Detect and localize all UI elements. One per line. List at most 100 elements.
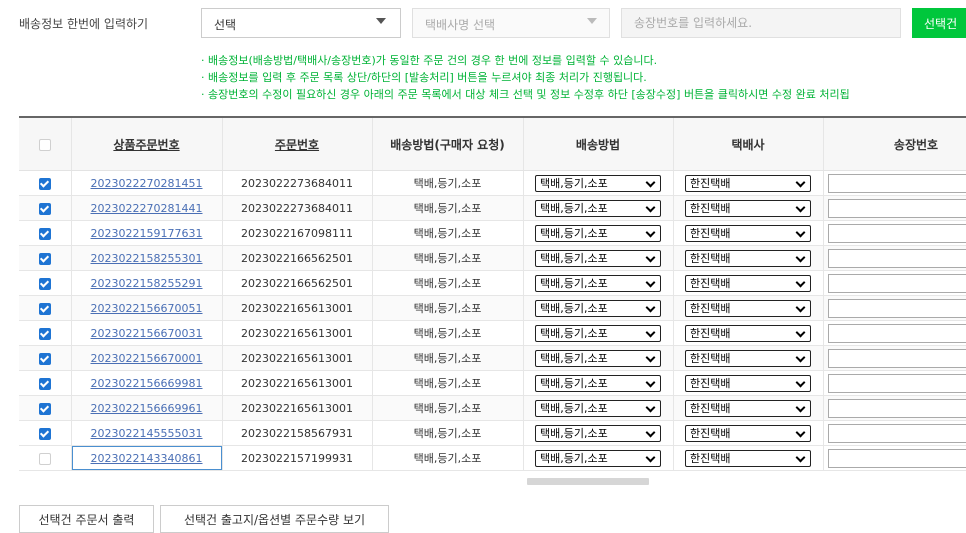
scrollbar-thumb[interactable] (527, 478, 649, 485)
order-no-cell: 2023022165613001 (222, 346, 372, 371)
invoice-row-input[interactable] (828, 199, 966, 218)
method-select[interactable]: 택배,등기,소포 (535, 350, 661, 367)
table-row[interactable]: 20230222702814412023022273684011택배,등기,소포… (19, 196, 966, 221)
table-row[interactable]: 20230222702814512023022273684011택배,등기,소포… (19, 171, 966, 196)
product-order-no-link[interactable]: 2023022156670001 (91, 352, 203, 365)
method-select[interactable]: 택배,등기,소포 (535, 250, 661, 267)
row-checkbox-cell (19, 446, 71, 471)
invoice-number-input[interactable] (621, 8, 901, 38)
invoice-cell (823, 346, 966, 371)
courier-row-select[interactable]: 한진택배 (685, 300, 811, 317)
table-row[interactable]: 20230221566700312023022165613001택배,등기,소포… (19, 321, 966, 346)
courier-row-select[interactable]: 한진택배 (685, 425, 811, 442)
table-row[interactable]: 20230221433408612023022157199931택배,등기,소포… (19, 446, 966, 471)
product-order-no-link[interactable]: 2023022156669961 (91, 402, 203, 415)
courier-row-select[interactable]: 한진택배 (685, 450, 811, 467)
method-select[interactable]: 택배,등기,소포 (535, 375, 661, 392)
order-no-cell: 2023022273684011 (222, 196, 372, 221)
table-row[interactable]: 20230221582553012023022166562501택배,등기,소포… (19, 246, 966, 271)
product-order-no-link[interactable]: 2023022158255301 (91, 252, 203, 265)
table-row[interactable]: 20230221566700512023022165613001택배,등기,소포… (19, 296, 966, 321)
product-order-no-cell: 2023022156669981 (71, 371, 222, 396)
chevron-down-icon (646, 427, 656, 437)
row-checkbox[interactable] (39, 178, 51, 190)
courier-row-select[interactable]: 한진택배 (685, 400, 811, 417)
product-order-no-link[interactable]: 2023022145555031 (91, 427, 203, 440)
method-select[interactable]: 택배,등기,소포 (535, 300, 661, 317)
courier-select[interactable]: 택배사명 선택 (412, 8, 610, 38)
method-select[interactable]: 택배,등기,소포 (535, 175, 661, 192)
courier-row-select[interactable]: 한진택배 (685, 250, 811, 267)
row-checkbox[interactable] (39, 403, 51, 415)
method-cell: 택배,등기,소포 (523, 346, 673, 371)
invoice-row-input[interactable] (828, 224, 966, 243)
product-order-no-link[interactable]: 2023022270281451 (91, 177, 203, 190)
table-row[interactable]: 20230221582552912023022166562501택배,등기,소포… (19, 271, 966, 296)
row-checkbox[interactable] (39, 378, 51, 390)
row-checkbox[interactable] (39, 428, 51, 440)
invoice-row-input[interactable] (828, 349, 966, 368)
header-product-order-no[interactable]: 상품주문번호 (71, 117, 222, 171)
table-row[interactable]: 2023022145555031 2023022158567931 택배,등기,소포… (19, 421, 966, 446)
row-checkbox[interactable] (39, 453, 51, 465)
shipping-method-select[interactable]: 선택 (201, 8, 401, 38)
courier-cell: 한진택배 (673, 396, 823, 421)
invoice-row-input[interactable] (828, 324, 966, 343)
view-quantity-button[interactable]: 선택건 출고지/옵션별 주문수량 보기 (160, 505, 389, 533)
method-select-value: 택배,등기,소포 (540, 252, 608, 265)
select-all-checkbox[interactable] (39, 139, 51, 151)
invoice-row-input[interactable] (828, 374, 966, 393)
row-checkbox[interactable] (39, 228, 51, 240)
order-no-cell: 2023022158567931 (222, 421, 372, 446)
row-checkbox[interactable] (39, 303, 51, 315)
row-checkbox[interactable] (39, 328, 51, 340)
courier-cell: 한진택배 (673, 321, 823, 346)
row-checkbox[interactable] (39, 278, 51, 290)
courier-row-select[interactable]: 한진택배 (685, 175, 811, 192)
product-order-no-link[interactable]: 2023022156669981 (91, 377, 203, 390)
invoice-row-input[interactable] (828, 299, 966, 318)
method-select[interactable]: 택배,등기,소포 (535, 275, 661, 292)
product-order-no-link[interactable]: 2023022158255291 (91, 277, 203, 290)
product-order-no-link[interactable]: 2023022156670051 (91, 302, 203, 315)
courier-row-select[interactable]: 한진택배 (685, 200, 811, 217)
dropdown-arrow-icon (376, 18, 386, 24)
product-order-no-link[interactable]: 2023022270281441 (91, 202, 203, 215)
method-cell: 택배,등기,소포 (523, 321, 673, 346)
courier-row-select[interactable]: 한진택배 (685, 325, 811, 342)
courier-cell: 한진택배 (673, 196, 823, 221)
print-orders-button[interactable]: 선택건 주문서 출력 (19, 505, 154, 533)
courier-row-select[interactable]: 한진택배 (685, 225, 811, 242)
courier-row-select[interactable]: 한진택배 (685, 350, 811, 367)
method-select[interactable]: 택배,등기,소포 (535, 450, 661, 467)
courier-row-select[interactable]: 한진택배 (685, 375, 811, 392)
row-checkbox[interactable] (39, 203, 51, 215)
invoice-row-input[interactable] (828, 274, 966, 293)
invoice-row-input[interactable] (828, 399, 966, 418)
row-checkbox[interactable] (39, 253, 51, 265)
apply-selected-button[interactable]: 선택건 (912, 8, 966, 38)
product-order-no-link[interactable]: 2023022159177631 (91, 227, 203, 240)
row-checkbox[interactable] (39, 353, 51, 365)
header-order-no[interactable]: 주문번호 (222, 117, 372, 171)
table-row[interactable]: 2023022156670001 2023022165613001 택배,등기,소포… (19, 346, 966, 371)
buyer-method-cell: 택배,등기,소포 (372, 196, 523, 221)
courier-cell: 한진택배 (673, 421, 823, 446)
method-select[interactable]: 택배,등기,소포 (535, 400, 661, 417)
invoice-row-input[interactable] (828, 249, 966, 268)
table-row[interactable]: 20230221566699812023022165613001택배,등기,소포… (19, 371, 966, 396)
horizontal-scrollbar[interactable] (19, 474, 966, 488)
method-select[interactable]: 택배,등기,소포 (535, 425, 661, 442)
method-select[interactable]: 택배,등기,소포 (535, 225, 661, 242)
method-select[interactable]: 택배,등기,소포 (535, 200, 661, 217)
table-row[interactable]: 20230221566699612023022165613001택배,등기,소포… (19, 396, 966, 421)
invoice-row-input[interactable] (828, 449, 966, 468)
invoice-row-input[interactable] (828, 424, 966, 443)
table-row[interactable]: 20230221591776312023022167098111택배,등기,소포… (19, 221, 966, 246)
method-select[interactable]: 택배,등기,소포 (535, 325, 661, 342)
courier-select-value: 한진택배 (690, 302, 730, 315)
chevron-down-icon (796, 252, 806, 262)
invoice-row-input[interactable] (828, 174, 966, 193)
courier-row-select[interactable]: 한진택배 (685, 275, 811, 292)
product-order-no-link[interactable]: 2023022156670031 (91, 327, 203, 340)
